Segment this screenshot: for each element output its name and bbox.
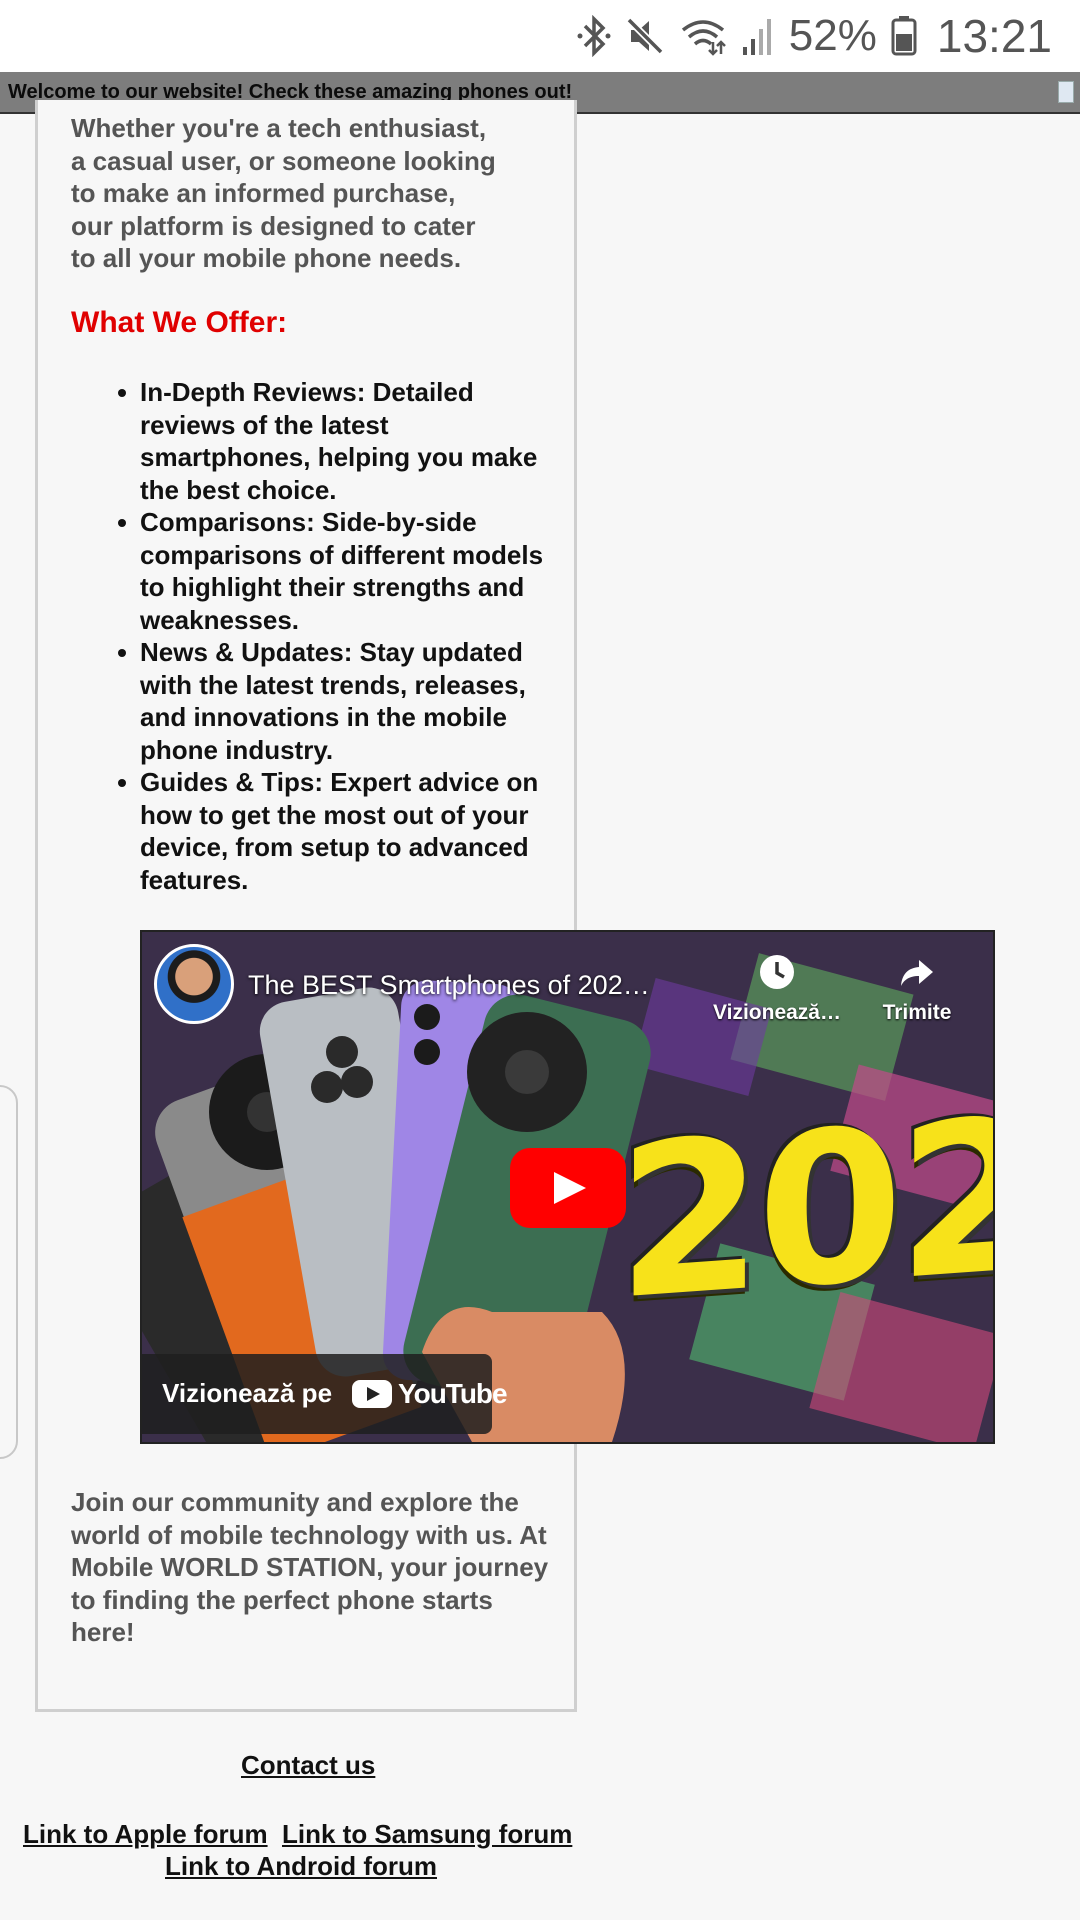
content-box: [35, 100, 577, 1712]
offer-item-comparisons: Comparisons: Side-by-side comparisons of…: [118, 506, 550, 636]
android-forum-link[interactable]: Link to Android forum: [165, 1851, 437, 1882]
offer-item-reviews: In-Depth Reviews: Detailed reviews of th…: [118, 376, 550, 506]
bluetooth-icon: [577, 15, 611, 57]
youtube-logo-text: YouTube: [398, 1378, 508, 1409]
intro-paragraph: Whether you're a tech enthusiast, a casu…: [71, 113, 496, 273]
share-label: Trimite: [882, 1001, 952, 1024]
samsung-forum-link[interactable]: Link to Samsung forum: [282, 1819, 572, 1850]
watch-on-label: Vizionează pe: [162, 1378, 333, 1408]
offer-heading: What We Offer:: [71, 306, 288, 339]
mute-icon: [625, 16, 665, 56]
battery-icon: [891, 16, 917, 56]
status-bar: 52% 13:21: [0, 0, 1080, 72]
offer-item-news: News & Updates: Stay updated with the la…: [118, 636, 550, 766]
youtube-logo: YouTube: [352, 1378, 508, 1410]
offer-item-guides: Guides & Tips: Expert advice on how to g…: [118, 766, 550, 896]
share-icon: [901, 960, 933, 986]
video-title[interactable]: The BEST Smartphones of 202…: [248, 970, 650, 1001]
signal-icon: [741, 17, 775, 55]
youtube-video-embed[interactable]: 2024 The BEST Smartphones of 202… Vizion…: [140, 930, 995, 1444]
youtube-play-icon: [352, 1380, 392, 1408]
battery-percent: 52%: [788, 11, 877, 60]
apple-forum-link[interactable]: Link to Apple forum: [23, 1819, 268, 1850]
thumbnail-2024-text: 2024: [617, 1062, 995, 1347]
contact-us-link[interactable]: Contact us: [241, 1750, 375, 1781]
watch-later-label: Vizionează…: [713, 1001, 841, 1024]
edge-panel-handle[interactable]: [0, 1085, 18, 1459]
status-icons: 52% 13:21: [577, 10, 1052, 62]
share-button[interactable]: Trimite: [857, 954, 977, 1025]
outro-paragraph: Join our community and explore the world…: [71, 1487, 549, 1647]
watch-later-button[interactable]: Vizionează…: [702, 954, 852, 1025]
clock: 13:21: [936, 10, 1052, 62]
play-button[interactable]: [510, 1148, 626, 1228]
watch-on-youtube-button[interactable]: Vizionează pe YouTube: [142, 1354, 508, 1434]
banner-image-icon: [1058, 81, 1074, 103]
channel-avatar[interactable]: [154, 944, 234, 1024]
offer-list: In-Depth Reviews: Detailed reviews of th…: [118, 376, 550, 896]
wifi-icon: [679, 16, 727, 56]
clock-icon: [760, 955, 794, 989]
